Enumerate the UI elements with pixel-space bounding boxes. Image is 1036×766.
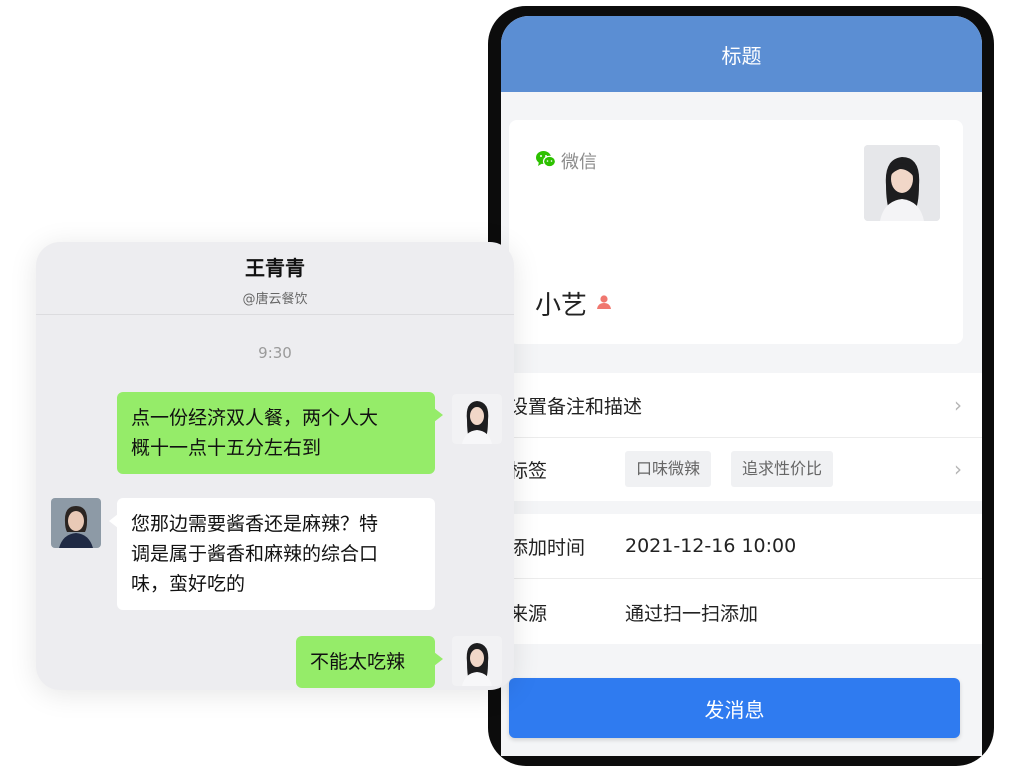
message-timestamp: 9:30	[258, 344, 292, 362]
wechat-icon	[535, 149, 557, 173]
divider	[36, 314, 514, 315]
page-header: 标题	[501, 16, 982, 92]
details-block: 添加时间 2021-12-16 10:00 来源 通过扫一扫添加	[501, 514, 982, 644]
remark-row[interactable]: 设置备注和描述 ›	[501, 373, 982, 437]
added-time-label: 添加时间	[509, 536, 586, 559]
message-line: 不能太吃辣	[310, 651, 406, 673]
page-title: 标题	[721, 43, 762, 68]
contact-org: @唐云餐饮	[242, 292, 308, 307]
self-avatar[interactable]	[452, 394, 502, 444]
outgoing-message-bubble[interactable]: 点一份经济双人餐，两个人大 概十一点十五分左右到	[117, 392, 443, 474]
profile-card: 微信 小艺	[509, 120, 963, 344]
tag-chip: 追求性价比	[731, 451, 834, 487]
tags-label: 标签	[509, 459, 548, 482]
chat-window: 王青青 @唐云餐饮 9:30 点一份经济双人餐，两个人大 概十一点十五分左右到 …	[36, 242, 514, 690]
settings-block: 设置备注和描述 › 标签 口味微辣 追求性价比 ›	[501, 373, 982, 501]
chevron-right-icon: ›	[954, 393, 962, 417]
message-line: 调是属于酱香和麻辣的综合口	[131, 543, 379, 565]
outgoing-message-bubble[interactable]: 不能太吃辣	[296, 636, 443, 688]
chevron-right-icon: ›	[954, 457, 962, 481]
self-avatar[interactable]	[452, 636, 502, 686]
added-time-row: 添加时间 2021-12-16 10:00	[501, 514, 982, 578]
source-app-row: 微信	[535, 148, 597, 174]
divider	[509, 578, 982, 579]
send-message-button[interactable]: 发消息	[509, 678, 960, 738]
source-label: 来源	[509, 602, 548, 625]
incoming-message-bubble[interactable]: 您那边需要酱香还是麻辣？特 调是属于酱香和麻辣的综合口 味，蛮好吃的	[109, 498, 435, 610]
contact-name: 王青青	[245, 256, 305, 280]
phone-screen: 标题 微信 小艺 设置备注和描述 › 标签 口味微辣 追求性价比 › 添加时间 …	[501, 16, 982, 756]
tags-row[interactable]: 标签 口味微辣 追求性价比 ›	[501, 437, 982, 501]
source-row: 来源 通过扫一扫添加	[501, 580, 982, 644]
source-app-label: 微信	[561, 152, 597, 173]
message-line: 概十一点十五分左右到	[131, 437, 322, 459]
person-icon	[595, 293, 613, 315]
source-value: 通过扫一扫添加	[625, 602, 759, 625]
tag-chip: 口味微辣	[625, 451, 712, 487]
remark-label: 设置备注和描述	[509, 395, 643, 418]
profile-avatar[interactable]	[864, 145, 940, 221]
message-line: 您那边需要酱香还是麻辣？特	[131, 513, 379, 535]
nickname: 小艺	[535, 291, 588, 321]
added-time-value: 2021-12-16 10:00	[625, 535, 797, 557]
message-line: 味，蛮好吃的	[131, 573, 246, 595]
contact-avatar[interactable]	[51, 498, 101, 548]
message-line: 点一份经济双人餐，两个人大	[131, 407, 379, 429]
nickname-row: 小艺	[535, 285, 613, 322]
